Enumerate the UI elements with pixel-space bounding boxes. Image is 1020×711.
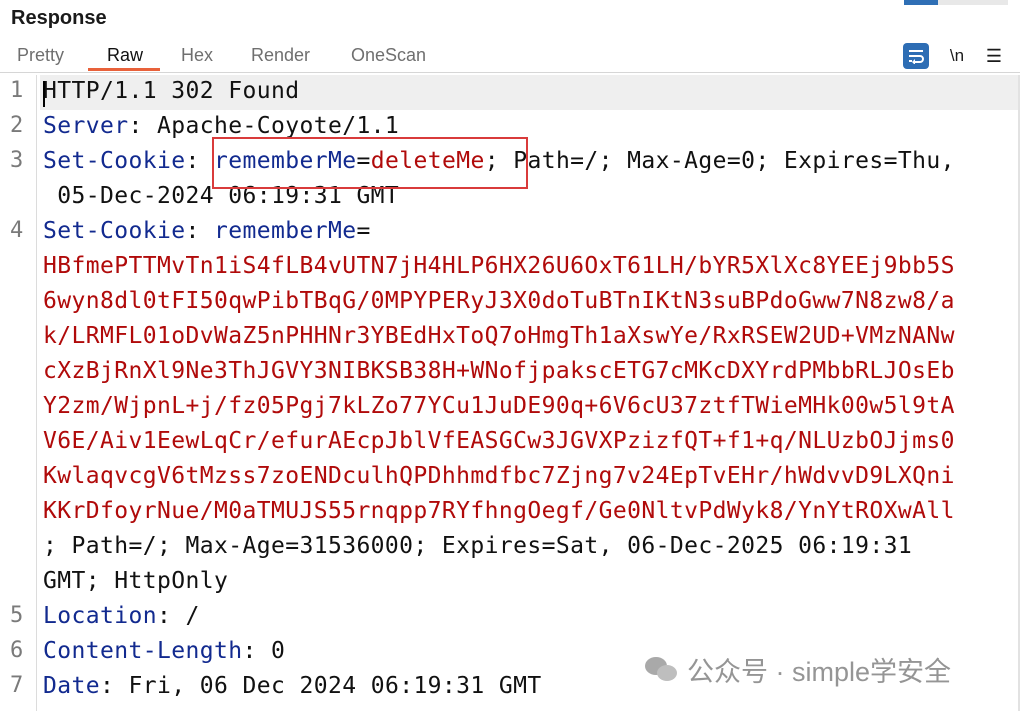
header-value: KKrDfoyrNue/M0aTMUJS55rnqpp7RYfhngOegf/G… [43, 498, 955, 524]
code-line: 6wyn8dl0tFI50qwPibTBqG/0MPYPERyJ3X0doTuB… [43, 288, 955, 314]
code-line: KwlaqvcgV6tMzss7zoENDculhQPDhhmdfbc7Zjng… [43, 463, 955, 489]
header-name: rememberMe [213, 218, 357, 244]
code-line: GMT; HttpOnly [43, 568, 228, 594]
header-value: cXzBjRnXl9Ne3ThJGVY3NIBKSB38H+WNofjpaksc… [43, 358, 955, 384]
code-line: HTTP/1.1 302 Found [43, 78, 299, 104]
line-number: 1 [10, 78, 24, 103]
watermark-text: 公众号 · simple学安全 [687, 657, 952, 687]
line-number: 4 [10, 218, 24, 243]
line-number: 6 [10, 638, 24, 663]
code-line: Server: Apache-Coyote/1.1 [43, 113, 399, 139]
header-value: 6wyn8dl0tFI50qwPibTBqG/0MPYPERyJ3X0doTuB… [43, 288, 955, 314]
line-number: 3 [10, 148, 24, 173]
code-line: HBfmePTTMvTn1iS4fLB4vUTN7jH4HLP6HX26U6Ox… [43, 253, 955, 279]
watermark: 公众号 · simple学安全 [645, 650, 951, 689]
code-line: Set-Cookie: rememberMe= [43, 218, 371, 244]
response-editor[interactable]: 1 2 3 4 5 6 7 HTTP/1.1 302 Found Server: Apache… [0, 75, 1020, 711]
code-line: Date: Fri, 06 Dec 2024 06:19:31 GMT [43, 673, 542, 699]
code-line: KKrDfoyrNue/M0aTMUJS55rnqpp7RYfhngOegf/G… [43, 498, 955, 524]
header-value: KwlaqvcgV6tMzss7zoENDculhQPDhhmdfbc7Zjng… [43, 463, 955, 489]
active-tab-indicator [88, 68, 160, 71]
header-name: Content-Length [43, 638, 243, 664]
header-name: Set-Cookie [43, 148, 186, 174]
code-text: : [185, 148, 214, 174]
text-caret [43, 81, 45, 107]
code-text: : Fri, 06 Dec 2024 06:19:31 GMT [100, 673, 542, 699]
tab-raw[interactable]: Raw [107, 45, 143, 66]
code-text: = [356, 218, 371, 244]
code-line: k/LRMFL01oDvWaZ5nPHHNr3YBEdHxToQ7oHmgTh1… [43, 323, 955, 349]
annotation-highlight-box [212, 137, 528, 189]
code-line: Location: / [43, 603, 200, 629]
header-name: Set-Cookie [43, 218, 186, 244]
code-line: Content-Length: 0 [43, 638, 285, 664]
header-name: Location [43, 603, 157, 629]
tab-onescan[interactable]: OneScan [351, 45, 426, 66]
line-number: 5 [10, 603, 24, 628]
code-text: : Apache-Coyote/1.1 [128, 113, 400, 139]
code-text: ; Path=/; Max-Age=31536000; Expires=Sat,… [43, 533, 913, 559]
code-text: GMT; HttpOnly [43, 568, 229, 594]
show-newlines-button[interactable]: \n [945, 43, 969, 69]
code-text: : 0 [242, 638, 286, 664]
line-number-gutter: 1 2 3 4 5 6 7 [0, 75, 37, 711]
header-value: V6E/Aiv1EewLqCr/efurAEcpJblVfEASGCw3JGVX… [43, 428, 955, 454]
code-line: cXzBjRnXl9Ne3ThJGVY3NIBKSB38H+WNofjpaksc… [43, 358, 955, 384]
code-text: : / [156, 603, 200, 629]
tab-hex[interactable]: Hex [181, 45, 213, 66]
tab-bar: Pretty Raw Hex Render OneScan \n ☰ [0, 40, 1020, 73]
word-wrap-button[interactable] [903, 43, 929, 69]
code-line: ; Path=/; Max-Age=31536000; Expires=Sat,… [43, 533, 912, 559]
code-text: HTTP/1.1 302 Found [43, 78, 300, 104]
header-name: Date [43, 673, 100, 699]
code-text: : [185, 218, 214, 244]
hamburger-menu-icon[interactable]: ☰ [983, 43, 1005, 69]
word-wrap-icon [909, 50, 924, 64]
header-value: k/LRMFL01oDvWaZ5nPHHNr3YBEdHxToQ7oHmgTh1… [43, 323, 955, 349]
tab-render[interactable]: Render [251, 45, 310, 66]
code-line: Y2zm/WjpnL+j/fz05Pgj7kLZo77YCu1JuDE90q+6… [43, 393, 955, 419]
wechat-icon [645, 656, 679, 683]
panel-title: Response [11, 7, 107, 29]
code-text: ; Path=/; Max-Age=0; Expires=Thu, [484, 148, 955, 174]
tab-pretty[interactable]: Pretty [17, 45, 64, 66]
header-name: Server [43, 113, 129, 139]
line-number: 2 [10, 113, 24, 138]
code-line: V6E/Aiv1EewLqCr/efurAEcpJblVfEASGCw3JGVX… [43, 428, 955, 454]
line-number: 7 [10, 673, 24, 698]
window-top-accent [904, 0, 1008, 5]
header-value: Y2zm/WjpnL+j/fz05Pgj7kLZo77YCu1JuDE90q+6… [43, 393, 955, 419]
header-value: HBfmePTTMvTn1iS4fLB4vUTN7jH4HLP6HX26U6Ox… [43, 253, 955, 279]
